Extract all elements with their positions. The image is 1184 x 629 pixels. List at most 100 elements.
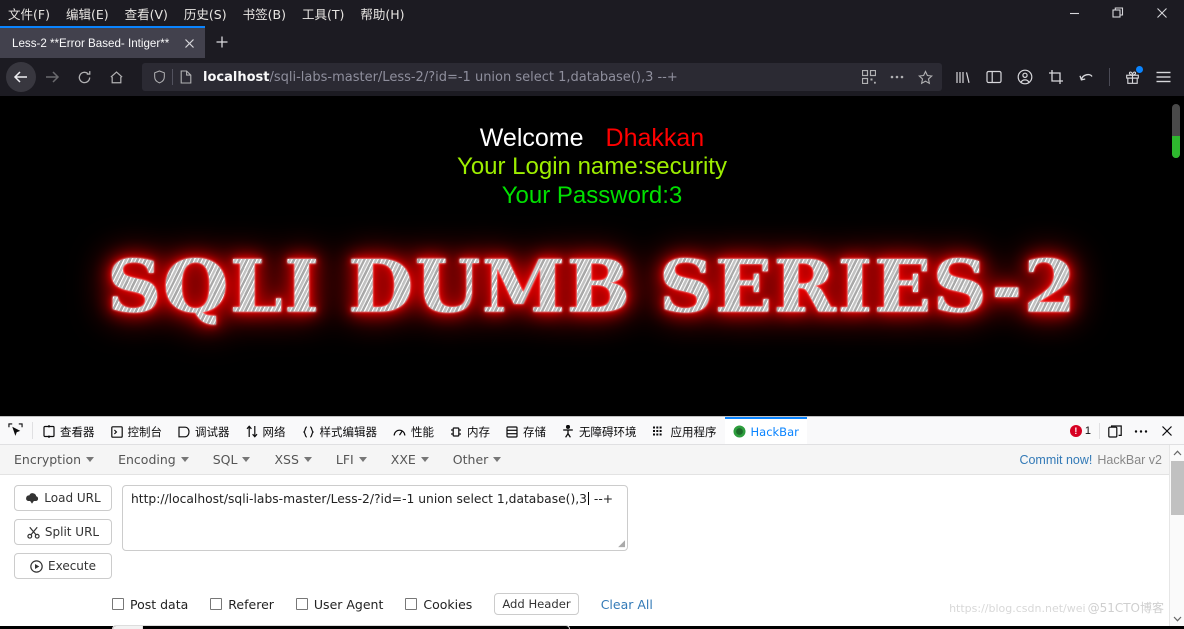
menu-item-tools[interactable]: 工具(T) (302, 4, 344, 23)
menu-bar: 文件(F) 编辑(E) 查看(V) 历史(S) 书签(B) 工具(T) 帮助(H… (0, 0, 1184, 26)
hackbar-menu-encoding[interactable]: Encoding (118, 452, 189, 467)
hackbar-version-area: Commit now! HackBar v2 (1019, 445, 1162, 475)
devtools-tab-label: 调试器 (195, 424, 230, 439)
add-header-button[interactable]: Add Header (494, 593, 579, 615)
url-bar[interactable]: localhost/sqli-labs-master/Less-2/?id=-1… (142, 63, 942, 91)
devtools-tab-debugger[interactable]: 调试器 (170, 417, 238, 444)
user-agent-checkbox[interactable]: User Agent (295, 597, 383, 612)
menu-item-help[interactable]: 帮助(H) (360, 4, 404, 23)
new-tab-button[interactable] (205, 26, 239, 58)
execute-button[interactable]: Execute (14, 553, 112, 579)
scroll-down-icon[interactable] (1170, 611, 1184, 626)
error-badge[interactable]: ! 1 (1064, 425, 1097, 437)
bookmark-star-icon[interactable] (912, 65, 938, 89)
devtools-tab-inspector[interactable]: 查看器 (35, 417, 103, 444)
page-icon[interactable] (173, 64, 199, 90)
cookies-checkbox[interactable]: Cookies (405, 597, 472, 612)
devtools-scrollbar-thumb[interactable] (1171, 461, 1184, 515)
devtools-tab-style-editor[interactable]: 样式编辑器 (294, 417, 386, 444)
account-icon[interactable] (1010, 62, 1040, 92)
url-path: /sqli-labs-master/Less-2/?id=-1 union se… (269, 69, 678, 85)
more-icon[interactable] (884, 65, 910, 89)
welcome-line: Welcome Dhakkan (0, 124, 1184, 153)
accessibility-icon (562, 425, 574, 438)
screenshot-icon[interactable] (1041, 62, 1071, 92)
load-url-button[interactable]: Load URL (14, 485, 112, 511)
tab-close-icon[interactable] (179, 33, 199, 53)
devtools-tab-label: 内存 (467, 424, 490, 439)
chevron-down-icon (358, 457, 367, 462)
devtools-close-icon[interactable] (1154, 417, 1180, 445)
forward-icon[interactable] (36, 62, 68, 92)
library-icon[interactable] (948, 62, 978, 92)
referer-checkbox[interactable]: Referer (210, 597, 274, 612)
menu-icon[interactable] (1148, 62, 1178, 92)
menu-item-bookmarks[interactable]: 书签(B) (243, 4, 286, 23)
devtools-tab-storage[interactable]: 存储 (498, 417, 554, 444)
network-icon (246, 425, 258, 438)
welcome-label: Welcome (479, 124, 584, 152)
style-editor-icon (302, 425, 315, 438)
header-row[interactable]: H Upgrade-Insecure-Requests: 1 (112, 625, 570, 629)
gift-icon[interactable] (1117, 62, 1147, 92)
menu-item-edit[interactable]: 编辑(E) (66, 4, 109, 23)
devtools-tab-label: 查看器 (60, 424, 95, 439)
back-icon[interactable] (6, 62, 36, 92)
scissors-icon (27, 526, 40, 539)
qr-code-icon[interactable] (856, 65, 882, 89)
devtools-tab-network[interactable]: 网络 (238, 417, 294, 444)
shield-icon[interactable] (146, 64, 172, 90)
split-url-button[interactable]: Split URL (14, 519, 112, 545)
dock-icon[interactable] (1102, 417, 1128, 445)
page-scrollbar-thumb[interactable] (1172, 136, 1180, 158)
commit-now-link[interactable]: Commit now! (1019, 453, 1092, 467)
devtools-tab-memory[interactable]: 内存 (442, 417, 498, 444)
scroll-up-icon[interactable] (1170, 445, 1184, 460)
url-action-icons (856, 65, 938, 89)
toolbar-divider (1109, 68, 1110, 86)
hackbar-menu-sql[interactable]: SQL (213, 452, 251, 467)
hackbar-menu-encryption[interactable]: Encryption (14, 452, 95, 467)
post-data-checkbox[interactable]: Post data (112, 597, 188, 612)
sync-icon[interactable] (1072, 62, 1102, 92)
hackbar-menu-other[interactable]: Other (453, 452, 502, 467)
home-icon[interactable] (100, 62, 132, 92)
url-text[interactable]: localhost/sqli-labs-master/Less-2/?id=-1… (199, 70, 856, 85)
devtools-tab-label: 存储 (523, 424, 546, 439)
hackbar-menu-xxe[interactable]: XXE (391, 452, 429, 467)
inspector-icon (43, 425, 55, 438)
devtools-tab-accessibility[interactable]: 无障碍环境 (554, 417, 645, 444)
hackbar-menu-xss[interactable]: XSS (274, 452, 312, 467)
devtools-tab-hackbar[interactable]: HackBar (724, 417, 807, 444)
hackbar-menu-label: XSS (274, 452, 299, 467)
restore-button[interactable] (1096, 0, 1140, 26)
devtools-more-icon[interactable] (1128, 417, 1154, 445)
devtools-scrollbar[interactable] (1169, 445, 1184, 626)
chevron-down-icon (242, 457, 251, 462)
hackbar-panel: Encryption Encoding SQL XSS LFI XXE Othe… (0, 445, 1184, 629)
devtools-tab-performance[interactable]: 性能 (385, 417, 442, 444)
user-label: Dhakkan (605, 124, 705, 152)
element-picker-icon[interactable] (0, 417, 30, 444)
devtools-divider (32, 422, 33, 439)
hackbar-icon (733, 425, 746, 438)
resize-grip-icon[interactable]: ◢ (618, 540, 625, 549)
hackbar-menu-lfi[interactable]: LFI (336, 452, 367, 467)
close-button[interactable] (1140, 0, 1184, 26)
checkbox-box (405, 598, 418, 610)
sidebar-icon[interactable] (979, 62, 1009, 92)
minimize-button[interactable] (1052, 0, 1096, 26)
text-cursor (588, 492, 589, 505)
browser-tab[interactable]: Less-2 **Error Based- Intiger** (0, 26, 205, 58)
devtools-tab-application[interactable]: 应用程序 (645, 417, 725, 444)
page-scrollbar[interactable] (1172, 104, 1180, 158)
menu-item-history[interactable]: 历史(S) (184, 4, 227, 23)
url-textarea[interactable]: http://localhost/sqli-labs-master/Less-2… (122, 485, 628, 551)
reload-icon[interactable] (68, 62, 100, 92)
menu-item-file[interactable]: 文件(F) (8, 4, 50, 23)
devtools-tab-console[interactable]: 控制台 (103, 417, 171, 444)
logo-wrap: SQLI DUMB SERIES-2 (0, 246, 1184, 330)
hackbar-menu-bar: Encryption Encoding SQL XSS LFI XXE Othe… (0, 445, 1184, 475)
menu-item-view[interactable]: 查看(V) (125, 4, 168, 23)
clear-all-link[interactable]: Clear All (601, 597, 653, 612)
